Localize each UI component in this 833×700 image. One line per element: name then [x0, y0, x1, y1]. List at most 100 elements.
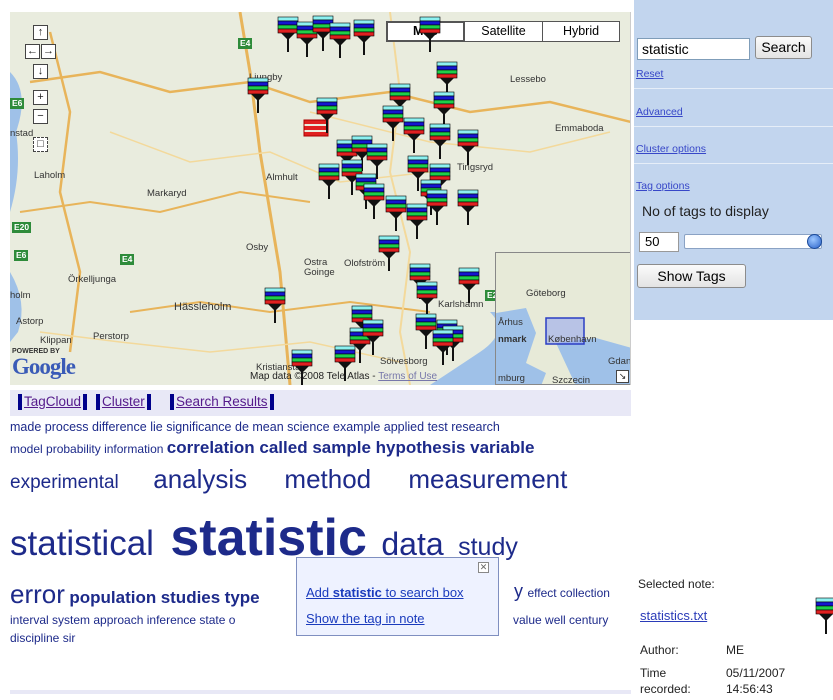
tag[interactable]: research — [451, 420, 500, 434]
tag[interactable]: type — [225, 588, 260, 607]
note-marker-icon[interactable] — [263, 286, 287, 324]
tag[interactable]: probability — [46, 442, 101, 456]
tag[interactable]: method — [284, 464, 371, 494]
note-marker-icon[interactable] — [456, 188, 480, 226]
tag[interactable]: error — [10, 579, 65, 609]
tag[interactable]: information — [104, 442, 163, 456]
overview-place-label: Szczecin — [552, 375, 591, 385]
tag[interactable]: process — [45, 420, 89, 434]
map-view[interactable]: Ljungby Lessebo Emmaboda Laholm Markaryd… — [10, 12, 631, 385]
tags-count-slider[interactable] — [684, 234, 822, 249]
terms-of-use-link[interactable]: Terms of Use — [378, 371, 437, 382]
tag[interactable]: correlation — [167, 438, 255, 457]
tag[interactable]: model — [10, 442, 43, 456]
tag-group[interactable]: interval system approach inference state… — [10, 613, 235, 627]
tag[interactable]: significance — [166, 420, 231, 434]
map-attribution: Map data ©2008 Tele Atlas - Terms of Use — [250, 371, 437, 382]
tag-action-popup: ✕ Add statistic to search box Show the t… — [296, 557, 499, 636]
show-tags-button[interactable]: Show Tags — [637, 264, 746, 288]
tag-options-link[interactable]: Tag options — [636, 180, 690, 192]
tag[interactable]: population — [69, 588, 156, 607]
note-marker-icon[interactable] — [315, 96, 339, 134]
tag[interactable]: made — [10, 420, 41, 434]
tag[interactable]: science — [287, 420, 329, 434]
note-marker-icon[interactable] — [328, 21, 352, 59]
tag[interactable]: test — [428, 420, 448, 434]
tag[interactable]: measurement — [408, 464, 567, 494]
tag[interactable]: lie — [150, 420, 163, 434]
tag[interactable]: experimental — [10, 472, 119, 493]
note-marker-icon[interactable] — [456, 128, 480, 166]
road-sign: E6 — [14, 250, 29, 261]
tag[interactable]: studies — [161, 588, 221, 607]
author-label: Author: — [640, 643, 679, 657]
tag[interactable]: de — [235, 420, 249, 434]
overview-place-label: nmark — [498, 334, 527, 345]
tag[interactable]: mean — [252, 420, 283, 434]
search-input[interactable] — [637, 38, 750, 60]
zoom-box-button[interactable]: □ — [33, 137, 48, 152]
note-marker-icon[interactable] — [428, 122, 452, 160]
pan-left-button[interactable]: ← — [25, 44, 40, 59]
zoom-in-button[interactable]: + — [33, 90, 48, 105]
side-panel: Search Reset Advanced Cluster options Ta… — [634, 0, 833, 700]
time-value: 14:56:43 — [726, 682, 773, 696]
note-marker-icon[interactable] — [352, 18, 376, 56]
tag[interactable]: example — [333, 420, 380, 434]
add-to-search-link[interactable]: Add statistic to search box — [306, 585, 464, 600]
note-marker-icon[interactable] — [362, 182, 386, 220]
google-logo[interactable]: Google — [12, 354, 76, 380]
tag[interactable]: sample — [312, 438, 371, 457]
tag[interactable]: statistical — [10, 524, 154, 563]
tag-cloud-line: interval system approach inference state… — [10, 613, 235, 627]
add-suffix: to search box — [381, 585, 464, 600]
note-marker-icon[interactable] — [317, 162, 341, 200]
place-label: Lessebo — [510, 74, 546, 85]
pan-up-button[interactable]: ↑ — [33, 25, 48, 40]
tag[interactable]: hypothesis — [376, 438, 466, 457]
add-prefix: Add — [306, 585, 333, 600]
tag-cloud-line: y effect collection — [514, 581, 610, 602]
note-marker-icon[interactable] — [246, 76, 270, 114]
close-icon[interactable]: ✕ — [478, 562, 489, 573]
overview-toggle-icon[interactable]: ↘ — [616, 370, 629, 383]
note-marker-icon[interactable] — [425, 188, 449, 226]
note-marker-icon[interactable] — [431, 328, 455, 366]
tags-count-value[interactable]: 50 — [639, 232, 679, 252]
tab-search-results[interactable]: Search Results — [170, 394, 274, 410]
note-marker-icon — [815, 597, 833, 634]
tag-group[interactable]: value well century — [513, 613, 608, 627]
search-button[interactable]: Search — [755, 36, 812, 59]
note-marker-icon[interactable] — [377, 234, 401, 272]
tag-cloud-line: error population studies type — [10, 579, 260, 610]
show-tag-in-note-link[interactable]: Show the tag in note — [306, 611, 425, 626]
tag[interactable]: effect collection — [527, 586, 610, 600]
cluster-options-link[interactable]: Cluster options — [636, 143, 706, 155]
slider-handle[interactable] — [807, 234, 822, 249]
pan-down-button[interactable]: ↓ — [33, 64, 48, 79]
tag[interactable]: called — [259, 438, 307, 457]
map-type-satellite-button[interactable]: Satellite — [464, 21, 543, 42]
tag[interactable]: difference — [92, 420, 147, 434]
note-marker-icon[interactable] — [418, 15, 442, 53]
tab-tagcloud[interactable]: TagCloud — [18, 394, 88, 410]
note-marker-icon[interactable] — [457, 266, 481, 304]
tab-cluster[interactable]: Cluster — [96, 394, 151, 410]
map-type-hybrid-button[interactable]: Hybrid — [542, 21, 620, 42]
note-file-link[interactable]: statistics.txt — [640, 608, 707, 623]
tag[interactable]: applied — [384, 420, 424, 434]
note-marker-icon[interactable] — [361, 318, 385, 356]
tag-group: correlation called sample hypothesis var… — [167, 438, 535, 457]
note-marker-icon[interactable] — [402, 116, 426, 154]
overview-map[interactable]: Göteborg Århus nmark København Gdan mbur… — [495, 252, 630, 385]
road-sign: E20 — [12, 222, 32, 233]
pan-right-button[interactable]: → — [41, 44, 56, 59]
tag[interactable]: y — [514, 581, 523, 601]
road-sign: E4 — [120, 254, 135, 265]
advanced-link[interactable]: Advanced — [636, 106, 683, 118]
reset-link[interactable]: Reset — [636, 68, 663, 80]
tag-group[interactable]: discipline sir — [10, 631, 75, 645]
tag[interactable]: analysis — [153, 464, 247, 494]
zoom-out-button[interactable]: − — [33, 109, 48, 124]
tag[interactable]: variable — [470, 438, 534, 457]
